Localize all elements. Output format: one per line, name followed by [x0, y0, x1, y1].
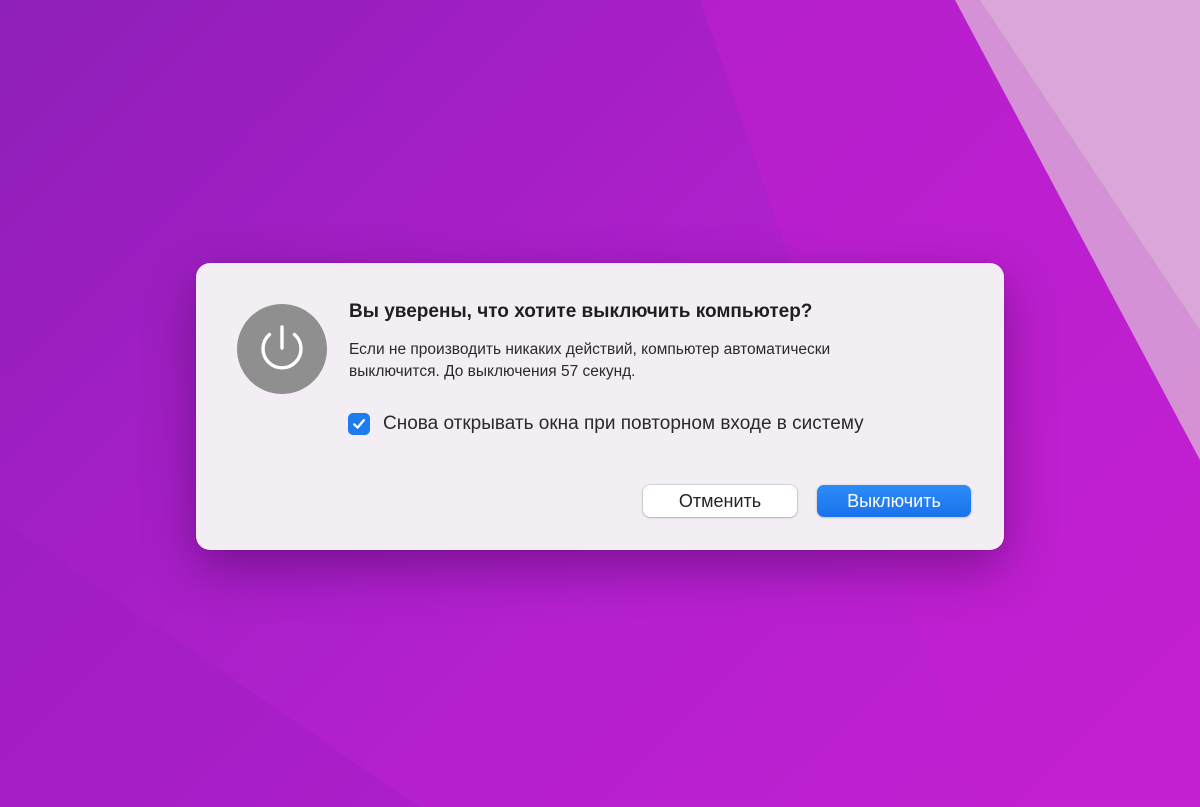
reopen-windows-checkbox[interactable]: [348, 413, 370, 435]
reopen-windows-label[interactable]: Снова открывать окна при повторном входе…: [383, 413, 864, 435]
dialog-message: Если не производить никаких действий, ко…: [349, 339, 979, 383]
checkmark-icon: [353, 419, 365, 429]
message-line-1: Если не производить никаких действий, ко…: [349, 341, 831, 358]
shutdown-button[interactable]: Выключить: [817, 485, 971, 517]
shutdown-dialog: Вы уверены, что хотите выключить компьют…: [196, 263, 1004, 550]
cancel-button[interactable]: Отменить: [643, 485, 797, 517]
power-icon: [237, 304, 327, 394]
dialog-title: Вы уверены, что хотите выключить компьют…: [349, 301, 813, 322]
reopen-windows-option[interactable]: Снова открывать окна при повторном входе…: [348, 412, 864, 436]
message-line-2: выключится. До выключения 57 секунд.: [349, 363, 636, 380]
